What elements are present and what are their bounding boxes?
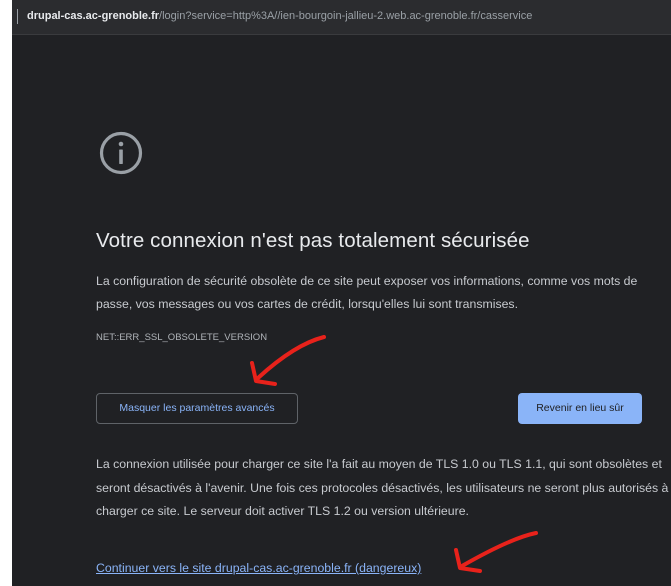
address-bar-url[interactable]: drupal-cas.ac-grenoble.fr/login?service=…: [27, 10, 532, 22]
url-host: drupal-cas.ac-grenoble.fr: [27, 10, 160, 22]
address-bar[interactable]: drupal-cas.ac-grenoble.fr/login?service=…: [12, 0, 671, 35]
proceed-unsafe-link[interactable]: Continuer vers le site drupal-cas.ac-gre…: [96, 561, 421, 575]
address-bar-divider: [17, 9, 18, 24]
annotation-arrow-icon: [250, 335, 326, 386]
page-title: Votre connexion n'est pas totalement séc…: [96, 229, 530, 252]
error-description: La configuration de sécurité obsolète de…: [96, 274, 638, 311]
back-to-safety-button[interactable]: Revenir en lieu sûr: [518, 393, 642, 424]
hide-advanced-button[interactable]: Masquer les paramètres avancés: [96, 393, 298, 424]
tls-details-text: La connexion utilisée pour charger ce si…: [96, 457, 669, 518]
info-circle-icon: [99, 131, 143, 175]
browser-window: drupal-cas.ac-grenoble.fr/login?service=…: [12, 0, 671, 586]
annotation-arrow-icon: [454, 531, 538, 573]
url-path: /login?service=http%3A//ien-bourgoin-jal…: [159, 10, 533, 22]
